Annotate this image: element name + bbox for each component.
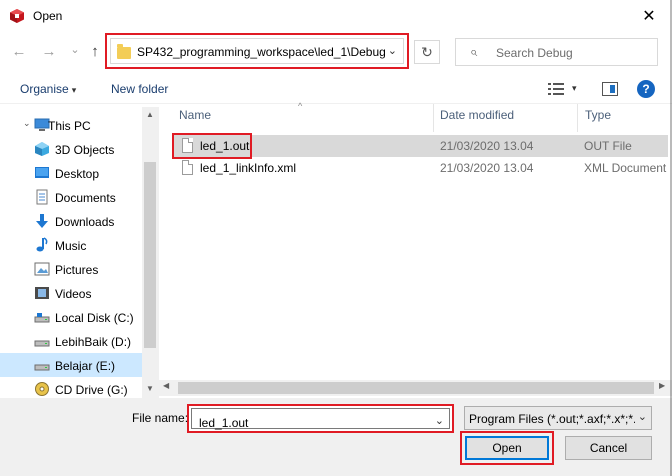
recent-locations-chevron-icon[interactable]: ⌄: [66, 40, 84, 58]
file-icon: [182, 160, 193, 175]
title-bar: Open ✕: [0, 0, 672, 32]
sidebar-item-local-disk-c[interactable]: Local Disk (C:): [0, 305, 142, 329]
file-type-value: Program Files (*.out;*.axf;*.x*;*.: [469, 412, 635, 426]
sidebar-scrollbar-thumb[interactable]: [144, 162, 156, 348]
sidebar-item-desktop[interactable]: Desktop: [0, 161, 142, 185]
pane-divider[interactable]: [158, 107, 159, 399]
window-title: Open: [33, 9, 63, 23]
up-arrow-icon[interactable]: ↑: [86, 42, 104, 60]
search-icon: ⌕: [470, 44, 478, 59]
sidebar-item-music[interactable]: Music: [0, 233, 142, 257]
sidebar-item-label: Desktop: [55, 167, 100, 181]
address-bar-highlight: SP432_programming_workspace\led_1\Debug …: [105, 33, 409, 69]
sidebar-item-label: Music: [55, 239, 87, 253]
drive-icon: [34, 313, 50, 323]
search-placeholder: Search Debug: [496, 46, 573, 60]
file-name-dropdown-chevron-icon[interactable]: ⌄: [435, 414, 444, 427]
file-name-highlight: led_1.out ⌄: [187, 404, 454, 433]
drive-icon: [34, 364, 50, 371]
navigation-pane: ⌄ This PC 3D Objects Desktop Documents D…: [0, 107, 158, 399]
cancel-button[interactable]: Cancel: [565, 436, 652, 460]
folder-icon: [117, 44, 131, 59]
file-name-value: led_1.out: [199, 416, 249, 430]
drive-icon: [34, 340, 50, 347]
sidebar-item-label: LebihBaik (D:): [55, 335, 132, 349]
desktop-icon: [35, 167, 49, 178]
sidebar-item-label: Downloads: [55, 215, 115, 229]
sidebar-item-label: Videos: [55, 287, 92, 301]
scroll-up-arrow-icon[interactable]: ▲: [146, 110, 154, 119]
file-date: 21/03/2020 13.04: [440, 161, 534, 175]
sort-ascending-icon: ^: [298, 101, 303, 111]
forward-arrow-icon[interactable]: →: [40, 42, 58, 60]
sidebar-item-lebihbaik-d[interactable]: LebihBaik (D:): [0, 329, 142, 353]
file-date: 21/03/2020 13.04: [440, 139, 534, 153]
organise-caret-icon: ▾: [71, 85, 77, 95]
preview-pane-icon[interactable]: [602, 82, 618, 96]
file-name-label: File name:: [132, 411, 189, 425]
column-header-date-modified[interactable]: Date modified: [440, 108, 514, 130]
organise-menu-button[interactable]: Organise ▾: [20, 82, 76, 96]
file-row[interactable]: led_1_linkInfo.xml 21/03/2020 13.04 XML …: [172, 157, 668, 179]
scroll-down-arrow-icon[interactable]: ▼: [146, 384, 154, 393]
address-bar[interactable]: SP432_programming_workspace\led_1\Debug …: [110, 38, 404, 64]
refresh-icon: ↻: [421, 43, 433, 60]
sidebar-item-3d-objects[interactable]: 3D Objects: [0, 137, 142, 161]
new-folder-button[interactable]: New folder: [111, 82, 168, 96]
sidebar-item-label: 3D Objects: [55, 143, 115, 157]
search-input[interactable]: ⌕ Search Debug: [455, 38, 658, 66]
app-cube-icon: [10, 9, 24, 23]
sidebar-item-pictures[interactable]: Pictures: [0, 257, 142, 281]
close-icon: ✕: [642, 8, 656, 25]
sidebar-item-label: CD Drive (G:): [55, 383, 128, 397]
expander-chevron-icon[interactable]: ⌄: [23, 118, 31, 129]
videos-icon: [35, 287, 49, 299]
close-button[interactable]: ✕: [626, 0, 672, 32]
column-header-name[interactable]: Name: [179, 108, 211, 130]
file-type: OUT File: [584, 139, 632, 153]
cd-drive-icon: [35, 382, 49, 396]
file-type-dropdown-chevron-icon: ⌄: [637, 411, 647, 423]
scroll-left-arrow-icon[interactable]: ◀: [163, 381, 169, 390]
sidebar-item-label: Pictures: [55, 263, 99, 277]
address-path: SP432_programming_workspace\led_1\Debug: [137, 45, 386, 59]
file-type-select[interactable]: Program Files (*.out;*.axf;*.x*;*. ⌄: [464, 406, 652, 430]
sidebar-item-label: Belajar (E:): [55, 359, 116, 373]
sidebar-item-downloads[interactable]: Downloads: [0, 209, 142, 233]
column-separator[interactable]: [577, 104, 578, 132]
music-icon: [36, 237, 48, 252]
file-type: XML Document: [584, 161, 667, 175]
file-name: led_1_linkInfo.xml: [200, 161, 297, 175]
sidebar-item-videos[interactable]: Videos: [0, 281, 142, 305]
view-options-icon[interactable]: [548, 82, 564, 96]
back-arrow-icon[interactable]: ←: [10, 42, 28, 60]
sidebar-item-belajar-e[interactable]: Belajar (E:): [0, 353, 142, 377]
pictures-icon: [34, 262, 50, 276]
open-button[interactable]: Open: [465, 436, 549, 460]
address-dropdown-chevron-icon[interactable]: ⌄: [388, 44, 397, 57]
downloads-icon: [36, 214, 48, 228]
sidebar-item-cd-drive-g[interactable]: CD Drive (G:): [0, 377, 142, 399]
sidebar-item-label: Local Disk (C:): [55, 311, 134, 325]
scroll-right-arrow-icon[interactable]: ▶: [659, 381, 665, 390]
sidebar-item-label: This PC: [48, 119, 91, 133]
column-separator[interactable]: [433, 104, 434, 132]
view-options-caret-icon[interactable]: ▾: [572, 83, 577, 94]
sidebar-item-label: Documents: [55, 191, 116, 205]
refresh-button[interactable]: ↻: [414, 40, 440, 64]
organise-label: Organise: [20, 82, 69, 96]
sidebar-item-this-pc[interactable]: ⌄ This PC: [0, 113, 142, 137]
documents-icon: [36, 189, 48, 205]
sidebar-item-documents[interactable]: Documents: [0, 185, 142, 209]
horizontal-scrollbar-thumb[interactable]: [178, 382, 654, 394]
help-icon[interactable]: ?: [637, 80, 655, 98]
cube-icon: [35, 142, 49, 156]
file-name-input[interactable]: led_1.out ⌄: [191, 408, 450, 430]
column-header-type[interactable]: Type: [585, 108, 611, 130]
selected-file-highlight: [172, 133, 252, 159]
